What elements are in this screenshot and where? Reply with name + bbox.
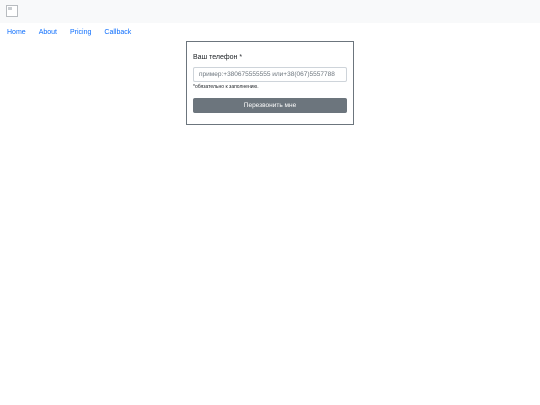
main-nav: Home About Pricing Callback [7, 28, 131, 38]
broken-logo-image-icon[interactable] [6, 5, 18, 17]
phone-label: Ваш телефон * [193, 54, 243, 61]
nav-link-pricing[interactable]: Pricing [70, 28, 91, 38]
phone-input[interactable] [193, 67, 347, 82]
callback-form-card: Ваш телефон * *обязательно к заполнению.… [186, 41, 354, 125]
callback-submit-button[interactable]: Перезвонить мне [193, 98, 347, 113]
nav-link-about[interactable]: About [39, 28, 57, 38]
nav-link-callback[interactable]: Callback [104, 28, 131, 38]
broken-image-corner [8, 7, 12, 10]
required-help-text: *обязательно к заполнению. [193, 84, 259, 90]
top-navbar [0, 0, 540, 23]
nav-link-home[interactable]: Home [7, 28, 26, 38]
